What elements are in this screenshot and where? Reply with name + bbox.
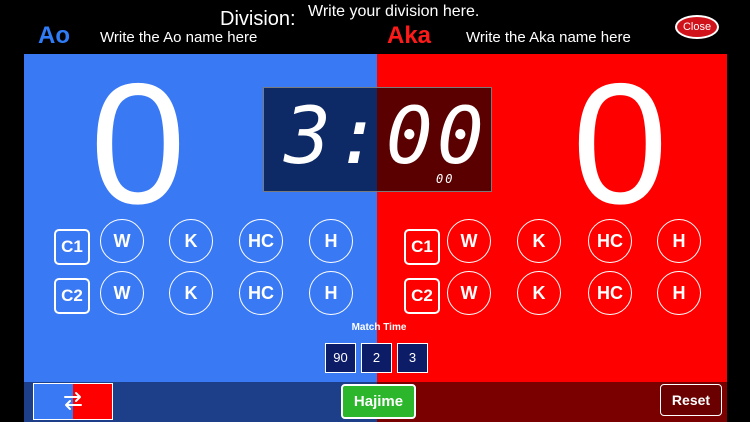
match-time-option-90[interactable]: 90 [325, 343, 356, 373]
aka-c1-button[interactable]: C1 [404, 229, 440, 265]
ao-row2-w-button[interactable]: W [100, 271, 144, 315]
ao-name-input[interactable]: Write the Ao name here [100, 29, 257, 46]
timer-display: 3:00 [284, 92, 488, 182]
swap-arrows-icon [64, 392, 82, 410]
ao-row1-hc-button[interactable]: HC [239, 219, 283, 263]
ao-c2-button[interactable]: C2 [54, 278, 90, 314]
ao-c1-button[interactable]: C1 [54, 229, 90, 265]
aka-row2-hc-button[interactable]: HC [588, 271, 632, 315]
hajime-button[interactable]: Hajime [341, 384, 416, 419]
match-time-option-3[interactable]: 3 [397, 343, 428, 373]
swap-sides-button[interactable] [33, 383, 113, 420]
aka-row2-w-button[interactable]: W [447, 271, 491, 315]
timer-hundredths: 00 [436, 172, 455, 186]
match-timer[interactable]: 3:00 00 [263, 87, 492, 192]
aka-score[interactable]: 0 [570, 58, 670, 230]
ao-row2-hc-button[interactable]: HC [239, 271, 283, 315]
aka-row1-w-button[interactable]: W [447, 219, 491, 263]
ao-row1-h-button[interactable]: H [309, 219, 353, 263]
aka-row1-k-button[interactable]: K [517, 219, 561, 263]
division-input[interactable]: Write your division here. [308, 3, 479, 21]
match-time-option-2[interactable]: 2 [361, 343, 392, 373]
scoreboard-screen: Division: Write your division here. Ao W… [0, 0, 750, 422]
division-label: Division: [220, 8, 296, 30]
aka-row2-h-button[interactable]: H [657, 271, 701, 315]
ao-score[interactable]: 0 [88, 58, 188, 230]
aka-row1-hc-button[interactable]: HC [588, 219, 632, 263]
aka-row2-k-button[interactable]: K [517, 271, 561, 315]
aka-c2-button[interactable]: C2 [404, 278, 440, 314]
ao-label: Ao [38, 22, 70, 49]
aka-name-input[interactable]: Write the Aka name here [466, 29, 631, 46]
match-time-label: Match Time [351, 322, 407, 333]
aka-label: Aka [387, 22, 432, 49]
aka-row1-h-button[interactable]: H [657, 219, 701, 263]
reset-button[interactable]: Reset [660, 384, 722, 416]
close-button[interactable]: Close [675, 15, 719, 39]
ao-row2-h-button[interactable]: H [309, 271, 353, 315]
ao-row1-k-button[interactable]: K [169, 219, 213, 263]
ao-row2-k-button[interactable]: K [169, 271, 213, 315]
ao-row1-w-button[interactable]: W [100, 219, 144, 263]
